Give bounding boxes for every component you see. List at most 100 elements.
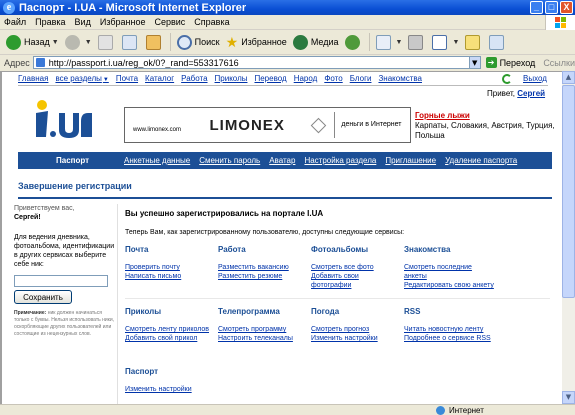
reload-icon[interactable] xyxy=(502,74,512,84)
sidebar-divider xyxy=(117,204,118,404)
passport-nav-password[interactable]: Сменить пароль xyxy=(199,156,260,165)
sidebar-hello: Приветствуем вас, xyxy=(14,205,75,212)
iua-logo[interactable] xyxy=(32,97,92,141)
nav-link-people[interactable]: Народ xyxy=(294,74,318,83)
service-link[interactable]: Читать новостную ленту xyxy=(404,325,494,334)
links-button[interactable]: Ссылки xyxy=(543,58,575,68)
logout-link[interactable]: Выход xyxy=(523,74,547,83)
print-button[interactable] xyxy=(408,34,426,50)
menu-help[interactable]: Справка xyxy=(194,17,229,27)
promo-title-link[interactable]: Горные лыжи xyxy=(415,111,555,121)
passport-nav-avatar[interactable]: Аватар xyxy=(269,156,295,165)
greeting-prefix: Привет, xyxy=(487,89,516,98)
service-link[interactable]: Изменить настройки xyxy=(125,385,215,394)
nav-link-jokes[interactable]: Приколы xyxy=(215,74,248,83)
nav-link-jobs[interactable]: Работа xyxy=(181,74,207,83)
history-button[interactable] xyxy=(344,34,363,50)
dropdown-arrow-icon: ▼ xyxy=(102,77,109,83)
close-button[interactable]: X xyxy=(560,1,573,14)
windows-logo-icon xyxy=(545,15,575,30)
go-arrow-icon: ➔ xyxy=(485,57,497,68)
vertical-scrollbar[interactable]: ▲ ▼ xyxy=(562,71,575,404)
service-link[interactable]: Проверить почту xyxy=(125,263,215,272)
nick-hint: Для ведения дневника, фотоальбома, идент… xyxy=(14,234,115,268)
nav-link-photo[interactable]: Фото xyxy=(324,74,342,83)
passport-nav-settings[interactable]: Настройка раздела xyxy=(304,156,376,165)
nav-link-all-sections-label: все разделы xyxy=(55,74,102,83)
discuss-button[interactable] xyxy=(465,34,483,50)
service-weather: Погода Смотреть прогноз Изменить настрой… xyxy=(311,307,401,343)
service-link[interactable]: Редактировать свою анкету xyxy=(404,281,494,290)
refresh-icon xyxy=(121,34,137,50)
nav-link-dating[interactable]: Знакомства xyxy=(378,74,422,83)
ie-logo-icon: e xyxy=(3,1,15,14)
stop-button[interactable] xyxy=(97,34,116,50)
service-link[interactable]: Написать письмо xyxy=(125,272,215,281)
banner-diamond-icon xyxy=(310,117,326,133)
messenger-button[interactable] xyxy=(489,34,507,50)
edit-button[interactable]: ▼ xyxy=(432,34,459,50)
ie-window: e Паспорт - I.UA - Microsoft Internet Ex… xyxy=(0,0,575,415)
service-link[interactable]: Подробнее о сервисе RSS xyxy=(404,334,494,343)
greeting-user-link[interactable]: Сергей xyxy=(517,89,545,98)
service-link[interactable]: Смотреть прогноз xyxy=(311,325,401,334)
service-link[interactable]: Добавить свой прикол xyxy=(125,334,215,343)
service-link[interactable]: Разместить резюме xyxy=(218,272,308,281)
back-button[interactable]: Назад ▼ xyxy=(6,34,59,50)
save-button[interactable]: Сохранить xyxy=(14,290,72,304)
nav-link-home[interactable]: Главная xyxy=(18,74,48,83)
menu-file[interactable]: Файл xyxy=(4,17,26,27)
logo-a xyxy=(81,113,92,137)
toolbar: Назад ▼ ▼ Поиск ★ Избранное Медиа ▼ ▼ xyxy=(0,30,575,55)
nav-link-blogs[interactable]: Блоги xyxy=(350,74,372,83)
menu-view[interactable]: Вид xyxy=(75,17,91,27)
service-link[interactable]: Разместить вакансию xyxy=(218,263,308,272)
dropdown-arrow-icon: ▼ xyxy=(51,38,59,46)
service-link[interactable]: Смотреть программу xyxy=(218,325,308,334)
nav-link-all-sections[interactable]: все разделы▼ xyxy=(55,74,108,83)
address-field[interactable] xyxy=(32,56,470,69)
mail-button[interactable]: ▼ xyxy=(375,34,402,50)
service-link[interactable]: Изменить настройки xyxy=(311,334,401,343)
passport-nav-current[interactable]: Паспорт xyxy=(18,156,124,165)
favorites-button[interactable]: ★ Избранное xyxy=(226,34,287,51)
nav-link-catalog[interactable]: Каталог xyxy=(145,74,174,83)
address-input[interactable] xyxy=(48,57,469,68)
menu-bar: Файл Правка Вид Избранное Сервис Справка xyxy=(0,15,575,30)
scroll-up-button[interactable]: ▲ xyxy=(562,71,575,84)
menu-favorites[interactable]: Избранное xyxy=(100,17,146,27)
nav-link-translate[interactable]: Перевод xyxy=(254,74,286,83)
service-link[interactable]: Смотреть последние анкеты xyxy=(404,263,494,281)
media-button[interactable]: Медиа xyxy=(292,34,339,50)
service-link[interactable]: Добавить свои фотографии xyxy=(311,272,401,290)
forward-button[interactable]: ▼ xyxy=(64,34,92,50)
maximize-button[interactable]: □ xyxy=(545,1,558,14)
go-button[interactable]: ➔ Переход xyxy=(485,57,535,68)
limonex-banner[interactable]: www.limonex.com LIMONEX деньги в Интерне… xyxy=(124,107,411,143)
minimize-button[interactable]: _ xyxy=(530,1,543,14)
refresh-button[interactable] xyxy=(121,34,140,50)
menu-tools[interactable]: Сервис xyxy=(154,17,185,27)
service-link[interactable]: Смотреть ленту приколов xyxy=(125,325,215,334)
nav-link-mail[interactable]: Почта xyxy=(116,74,138,83)
service-jobs: Работа Разместить вакансию Разместить ре… xyxy=(218,245,308,281)
service-link[interactable]: Настроить телеканалы xyxy=(218,334,308,343)
nick-input[interactable] xyxy=(14,275,108,287)
logo-u xyxy=(59,113,79,138)
service-title: Работа xyxy=(218,245,246,254)
address-dropdown-button[interactable]: ▼ xyxy=(469,56,481,69)
passport-nav-delete[interactable]: Удаление паспорта xyxy=(445,156,517,165)
home-button[interactable] xyxy=(145,34,164,50)
security-zone: Интернет xyxy=(436,405,484,415)
toolbar-separator xyxy=(368,33,370,51)
passport-nav-invite[interactable]: Приглашение xyxy=(385,156,436,165)
passport-nav-profile[interactable]: Анкетные данные xyxy=(124,156,190,165)
scroll-down-button[interactable]: ▼ xyxy=(562,391,575,404)
service-link[interactable]: Смотреть все фото xyxy=(311,263,401,272)
scroll-thumb[interactable] xyxy=(562,85,575,298)
service-title: Фотоальбомы xyxy=(311,245,369,254)
media-icon xyxy=(292,34,308,50)
search-button[interactable]: Поиск xyxy=(176,34,220,50)
service-title: Погода xyxy=(311,307,340,316)
menu-edit[interactable]: Правка xyxy=(35,17,65,27)
